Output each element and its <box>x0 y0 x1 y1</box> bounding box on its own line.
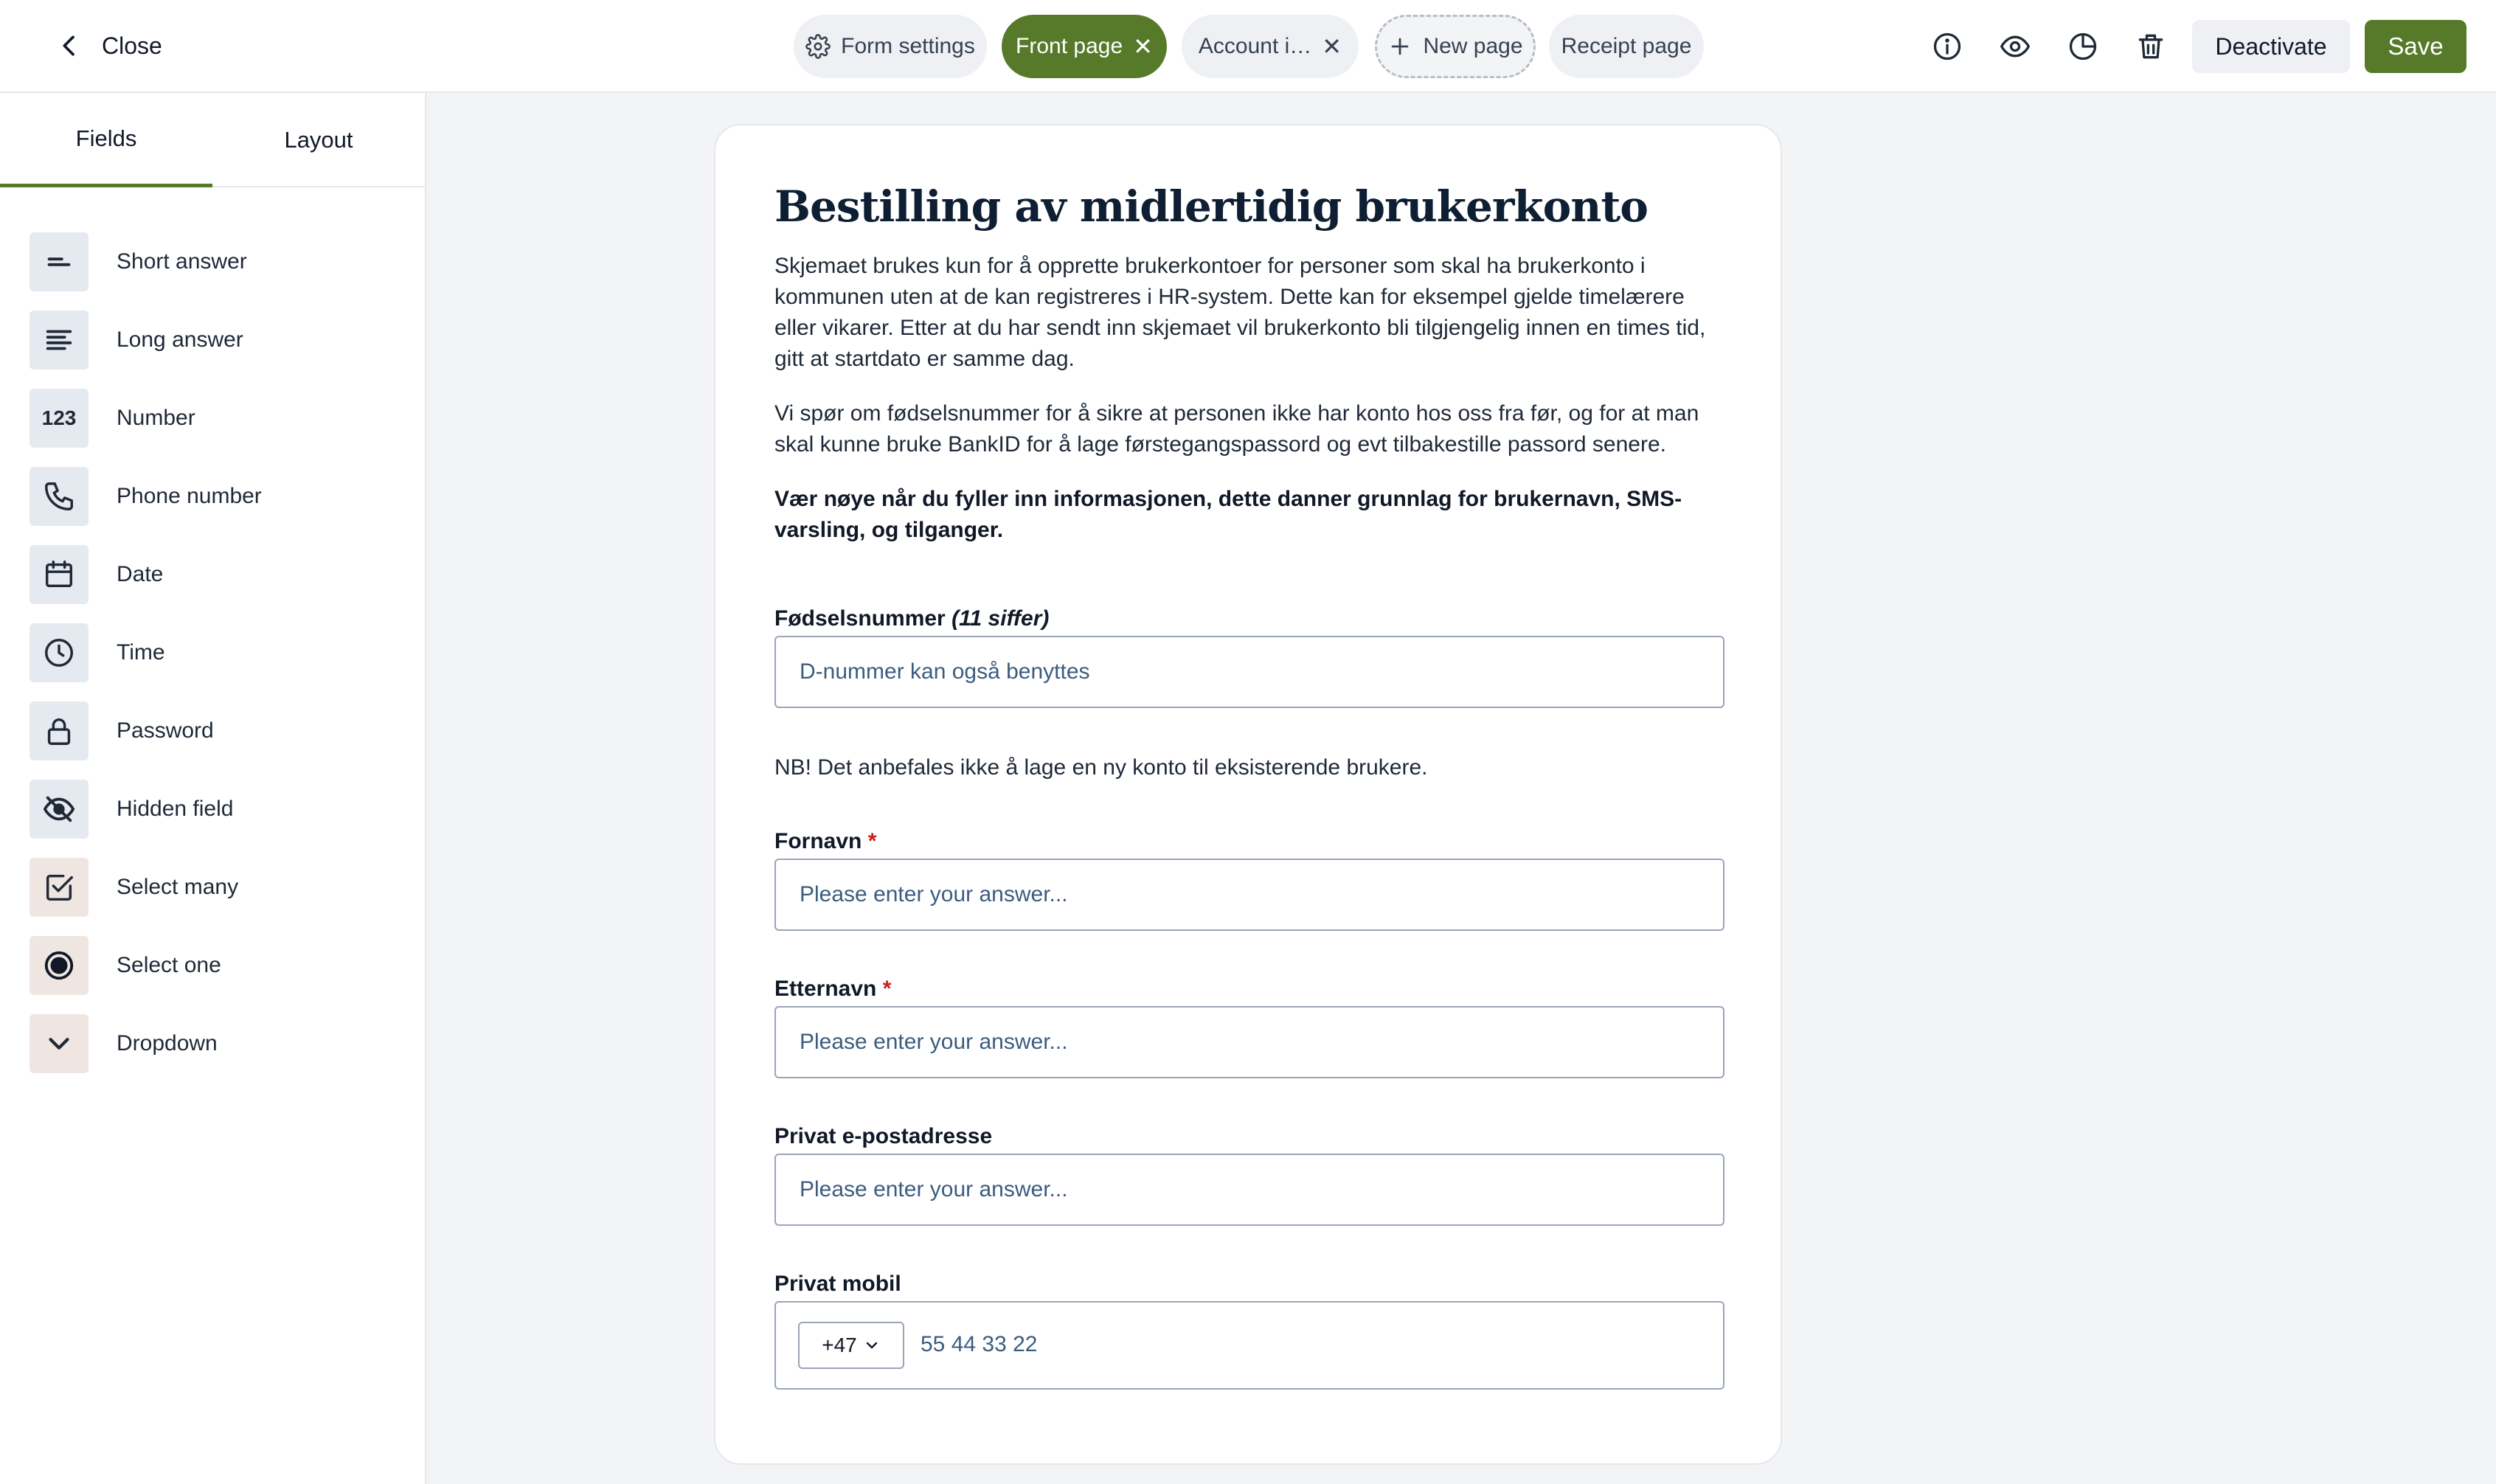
sidebar: Fields Layout Short answer Long answer 1… <box>0 93 426 1484</box>
field-label: Dropdown <box>117 1031 218 1055</box>
info-button[interactable] <box>1928 27 1966 66</box>
field-label: Long answer <box>117 327 243 352</box>
required-mark: * <box>882 977 892 1001</box>
field-item-date[interactable]: Date <box>0 535 425 614</box>
ssn-placeholder: D-nummer kan også benyttes <box>800 659 1090 684</box>
preview-button[interactable] <box>1996 27 2034 66</box>
lock-icon <box>30 701 89 760</box>
close-icon[interactable]: ✕ <box>1133 35 1153 58</box>
top-bar: Close Form settings Front page ✕ Account… <box>0 0 2496 93</box>
country-code-value: +47 <box>822 1334 857 1356</box>
sidebar-tabs: Fields Layout <box>0 93 425 187</box>
close-icon[interactable]: ✕ <box>1322 35 1342 58</box>
ssn-label: Fødselsnummer (11 siffer) <box>774 606 1049 631</box>
ssn-label-hint: (11 siffer) <box>951 606 1050 631</box>
field-item-long-answer[interactable]: Long answer <box>0 301 425 379</box>
field-item-select-many[interactable]: Select many <box>0 848 425 926</box>
tab-label: Front page <box>1016 34 1123 58</box>
field-label: Select one <box>117 953 221 977</box>
calendar-icon <box>30 545 89 604</box>
field-item-phone-number[interactable]: Phone number <box>0 457 425 535</box>
field-item-select-one[interactable]: Select one <box>0 926 425 1005</box>
close-button[interactable]: Close <box>55 25 162 66</box>
chevron-down-icon <box>866 1342 877 1349</box>
close-label: Close <box>102 32 162 59</box>
last-name-label-text: Etternavn <box>774 977 877 1001</box>
tab-receipt-page[interactable]: Receipt page <box>1549 15 1704 78</box>
email-label-text: Privat e-postadresse <box>774 1124 993 1148</box>
email-placeholder: Please enter your answer... <box>800 1177 1068 1202</box>
eye-icon <box>2000 35 2030 58</box>
ssn-input[interactable]: D-nummer kan også benyttes <box>774 636 1724 708</box>
intro-paragraph-2: Vi spør om fødselsnummer for å sikre at … <box>774 401 1699 457</box>
tab-label: Form settings <box>841 34 975 58</box>
form-preview-card: Bestilling av midlertidig brukerkonto Sk… <box>714 124 1782 1465</box>
email-input[interactable]: Please enter your answer... <box>774 1154 1724 1226</box>
ssn-label-text: Fødselsnummer <box>774 606 946 631</box>
phone-icon <box>30 467 89 526</box>
tab-front-page[interactable]: Front page ✕ <box>1002 15 1167 78</box>
last-name-input[interactable]: Please enter your answer... <box>774 1006 1724 1078</box>
info-icon <box>1933 32 1961 60</box>
tab-new-page[interactable]: New page <box>1375 15 1536 78</box>
tab-label: Receipt page <box>1561 34 1692 58</box>
intro-paragraph-3: Vær nøye når du fyller inn informasjonen… <box>774 487 1682 542</box>
field-label: Date <box>117 562 164 586</box>
mobile-label-text: Privat mobil <box>774 1272 901 1296</box>
plus-icon <box>1392 38 1409 55</box>
field-item-short-answer[interactable]: Short answer <box>0 223 425 301</box>
country-code-select[interactable]: +47 <box>798 1322 904 1369</box>
field-item-dropdown[interactable]: Dropdown <box>0 1005 425 1083</box>
short-answer-icon <box>30 232 89 291</box>
statistics-button[interactable] <box>2064 27 2102 66</box>
first-name-label: Fornavn * <box>774 829 876 854</box>
number-icon: 123 <box>30 389 89 448</box>
tab-label: New page <box>1423 34 1523 58</box>
pie-chart-icon <box>2069 32 2097 60</box>
form-title: Bestilling av midlertidig brukerkonto <box>774 181 1649 232</box>
tab-layout[interactable]: Layout <box>212 93 425 187</box>
long-answer-icon <box>30 311 89 370</box>
number-icon-text: 123 <box>41 406 77 429</box>
chevron-left-icon <box>63 35 74 56</box>
first-name-label-text: Fornavn <box>774 829 862 853</box>
field-label: Number <box>117 406 195 430</box>
note-text: NB! Det anbefales ikke å lage en ny kont… <box>774 755 1428 780</box>
tab-fields[interactable]: Fields <box>0 93 212 187</box>
trash-icon <box>2138 34 2163 59</box>
save-button[interactable]: Save <box>2365 20 2466 73</box>
email-label: Privat e-postadresse <box>774 1124 992 1149</box>
checkbox-icon <box>30 858 89 917</box>
delete-button[interactable] <box>2132 27 2170 66</box>
field-item-hidden-field[interactable]: Hidden field <box>0 770 425 848</box>
last-name-label: Etternavn * <box>774 977 891 1002</box>
field-item-number[interactable]: 123 Number <box>0 379 425 457</box>
field-label: Hidden field <box>117 797 234 821</box>
intro-paragraph-1: Skjemaet brukes kun for å opprette bruke… <box>774 254 1706 371</box>
field-list: Short answer Long answer 123 Number Phon… <box>0 223 425 1083</box>
field-item-password[interactable]: Password <box>0 692 425 770</box>
tab-label: Account i… <box>1198 34 1312 58</box>
field-label: Password <box>117 718 214 743</box>
mobile-label: Privat mobil <box>774 1272 901 1297</box>
mobile-input: +47 55 44 33 22 <box>774 1301 1724 1390</box>
field-label: Short answer <box>117 249 247 274</box>
first-name-input[interactable]: Please enter your answer... <box>774 859 1724 931</box>
chevron-down-icon <box>30 1014 89 1073</box>
first-name-placeholder: Please enter your answer... <box>800 882 1068 906</box>
tab-form-settings[interactable]: Form settings <box>794 15 987 78</box>
deactivate-button[interactable]: Deactivate <box>2192 20 2350 73</box>
gear-icon <box>805 34 831 59</box>
field-label: Phone number <box>117 484 262 508</box>
field-label: Time <box>117 640 165 665</box>
required-mark: * <box>867 829 877 853</box>
eye-off-icon <box>30 780 89 839</box>
radio-icon <box>30 936 89 995</box>
field-item-time[interactable]: Time <box>0 614 425 692</box>
tab-account[interactable]: Account i… ✕ <box>1182 15 1359 78</box>
clock-icon <box>30 623 89 682</box>
mobile-number-field[interactable]: 55 44 33 22 <box>921 1332 1037 1357</box>
last-name-placeholder: Please enter your answer... <box>800 1030 1068 1054</box>
field-label: Select many <box>117 875 239 899</box>
